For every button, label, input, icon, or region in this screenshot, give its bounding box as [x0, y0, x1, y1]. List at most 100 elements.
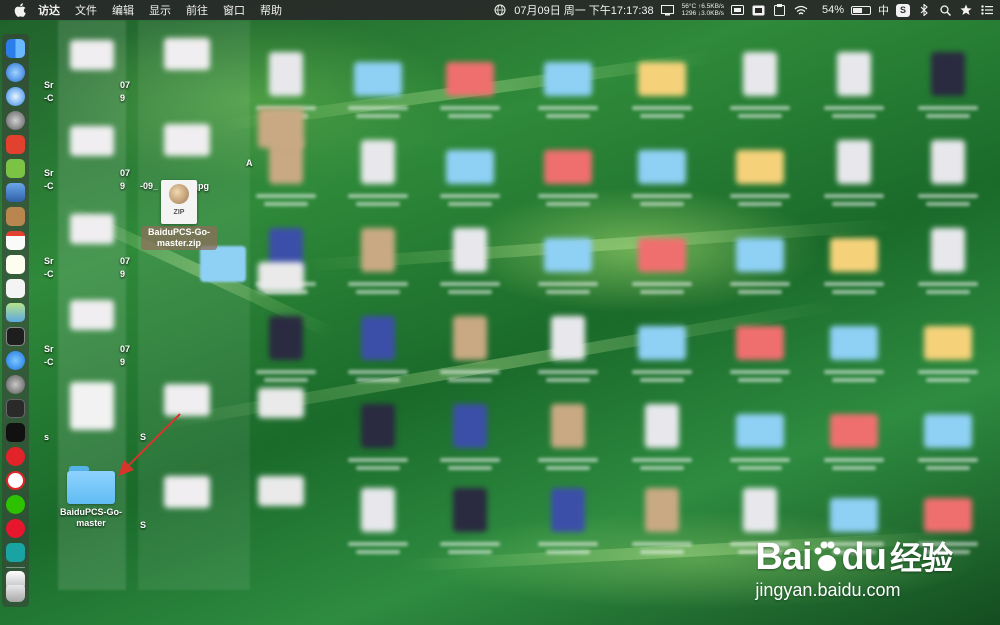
calendar-icon[interactable]	[6, 231, 25, 250]
blurred-file-label[interactable]	[538, 282, 598, 286]
blurred-file-icon[interactable]	[551, 316, 585, 360]
blurred-file-label[interactable]	[832, 466, 876, 470]
menubar-datetime[interactable]: 07月09日 周一 下午17:17:38	[514, 2, 653, 18]
blurred-thumbnail[interactable]	[70, 382, 114, 430]
blurred-file-label[interactable]	[640, 550, 684, 554]
blurred-file-label[interactable]	[926, 290, 970, 294]
blurred-file-label[interactable]	[738, 114, 782, 118]
partial-icon-label-2[interactable]: Sr -C	[44, 166, 84, 192]
blurred-file-label[interactable]	[538, 106, 598, 110]
blurred-thumbnail[interactable]	[70, 126, 114, 156]
blurred-file-icon[interactable]	[453, 488, 487, 532]
android-icon[interactable]	[6, 159, 25, 178]
blurred-file-icon[interactable]	[736, 238, 784, 272]
blurred-file-label[interactable]	[738, 202, 782, 206]
blurred-file-icon[interactable]	[361, 404, 395, 448]
launchpad-icon[interactable]	[6, 111, 25, 130]
blurred-file-label[interactable]	[632, 542, 692, 546]
blurred-file-label[interactable]	[824, 282, 884, 286]
blurred-file-label[interactable]	[356, 202, 400, 206]
blurred-file-icon[interactable]	[269, 316, 303, 360]
bluetooth-icon[interactable]	[917, 3, 931, 17]
battery-percent[interactable]: 54%	[822, 4, 844, 16]
display-icon[interactable]	[661, 3, 675, 17]
partial-icon-label-4[interactable]: Sr -C	[44, 342, 84, 368]
blurred-file-icon[interactable]	[743, 488, 777, 532]
blurred-file-icon[interactable]	[446, 62, 494, 96]
netease-music-icon[interactable]	[6, 519, 25, 538]
blurred-file-label[interactable]	[440, 370, 500, 374]
blurred-file-icon[interactable]	[924, 414, 972, 448]
blurred-file-label[interactable]	[738, 378, 782, 382]
safari-icon[interactable]	[6, 87, 25, 106]
blurred-file-label[interactable]	[546, 466, 590, 470]
blurred-file-label[interactable]	[356, 114, 400, 118]
system-preferences-icon[interactable]	[6, 375, 25, 394]
blurred-file-label[interactable]	[832, 114, 876, 118]
blurred-file-label[interactable]	[824, 106, 884, 110]
blurred-file-icon[interactable]	[453, 228, 487, 272]
blurred-file-icon[interactable]	[924, 326, 972, 360]
clipboard-icon[interactable]	[773, 3, 787, 17]
notes-icon[interactable]	[6, 255, 25, 274]
blurred-file-label[interactable]	[348, 458, 408, 462]
blurred-file-icon[interactable]	[269, 52, 303, 96]
blurred-file-icon[interactable]	[736, 150, 784, 184]
blurred-file-label[interactable]	[440, 542, 500, 546]
blurred-file-label[interactable]	[640, 378, 684, 382]
blurred-thumbnail[interactable]	[258, 476, 304, 506]
blurred-file-icon[interactable]	[638, 326, 686, 360]
blurred-file-label[interactable]	[632, 106, 692, 110]
memory-icon[interactable]	[731, 3, 745, 17]
blurred-file-icon[interactable]	[544, 62, 592, 96]
search-icon[interactable]	[938, 3, 952, 17]
blurred-file-icon[interactable]	[354, 62, 402, 96]
menu-go[interactable]: 前往	[186, 2, 208, 18]
blurred-file-label[interactable]	[632, 458, 692, 462]
blurred-file-label[interactable]	[264, 378, 308, 382]
blurred-file-icon[interactable]	[830, 238, 878, 272]
finder-icon[interactable]	[6, 39, 25, 58]
blurred-file-icon[interactable]	[645, 488, 679, 532]
battery-icon[interactable]	[851, 5, 871, 15]
partial-icon-label-1[interactable]: Sr -C	[44, 78, 84, 104]
maps-icon[interactable]	[6, 303, 25, 322]
blurred-file-label[interactable]	[448, 202, 492, 206]
blurred-folder-icon[interactable]	[200, 246, 246, 282]
blurred-file-label[interactable]	[348, 370, 408, 374]
blurred-file-label[interactable]	[348, 106, 408, 110]
blurred-file-icon[interactable]	[544, 150, 592, 184]
blurred-file-icon[interactable]	[446, 150, 494, 184]
blurred-file-label[interactable]	[926, 202, 970, 206]
siri-icon[interactable]	[6, 63, 25, 82]
blurred-file-label[interactable]	[546, 114, 590, 118]
blurred-file-label[interactable]	[918, 282, 978, 286]
terminal-icon[interactable]	[6, 327, 25, 346]
contacts-icon[interactable]	[6, 207, 25, 226]
blurred-file-icon[interactable]	[931, 52, 965, 96]
vivaldi-icon[interactable]	[6, 447, 25, 466]
blurred-file-label[interactable]	[918, 194, 978, 198]
sogou-ime-icon[interactable]: S	[896, 3, 910, 17]
blurred-file-label[interactable]	[538, 194, 598, 198]
blurred-file-label[interactable]	[264, 202, 308, 206]
blurred-file-label[interactable]	[632, 370, 692, 374]
screen-capture-icon[interactable]	[752, 3, 766, 17]
menu-view[interactable]: 显示	[149, 2, 171, 18]
blurred-file-label[interactable]	[926, 114, 970, 118]
blurred-file-label[interactable]	[348, 194, 408, 198]
menu-app-name[interactable]: 访达	[38, 2, 60, 18]
blurred-file-icon[interactable]	[638, 238, 686, 272]
blurred-file-icon[interactable]	[830, 498, 878, 532]
blurred-file-label[interactable]	[832, 290, 876, 294]
blurred-file-label[interactable]	[640, 466, 684, 470]
blurred-file-icon[interactable]	[830, 414, 878, 448]
blurred-file-label[interactable]	[918, 458, 978, 462]
blurred-file-label[interactable]	[640, 114, 684, 118]
blurred-file-label[interactable]	[448, 550, 492, 554]
star-icon[interactable]	[959, 3, 973, 17]
blurred-file-label[interactable]	[448, 114, 492, 118]
blurred-file-label[interactable]	[832, 202, 876, 206]
blurred-file-icon[interactable]	[361, 228, 395, 272]
app-store-icon[interactable]	[6, 351, 25, 370]
